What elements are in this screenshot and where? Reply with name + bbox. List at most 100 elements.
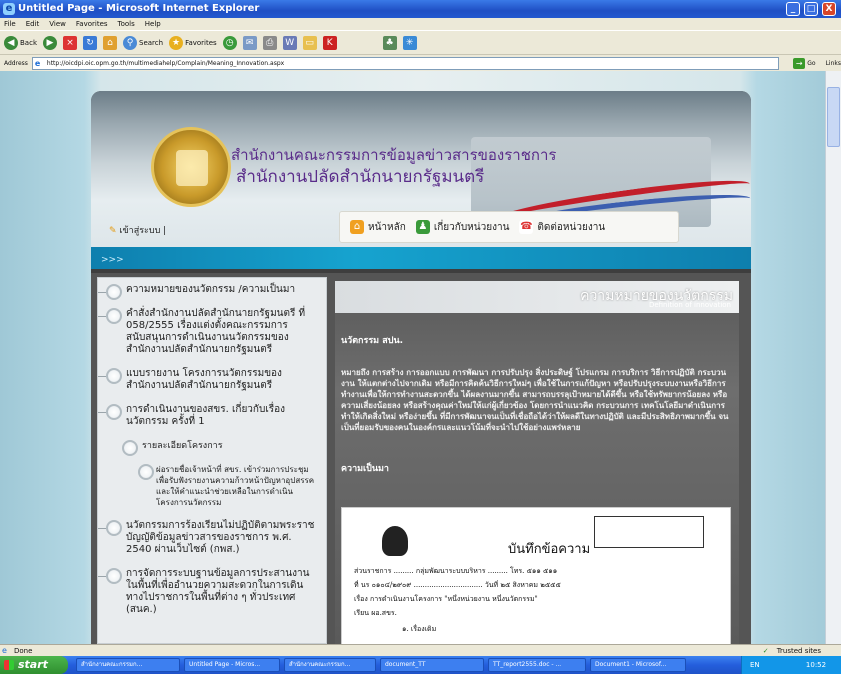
print-icon: ⎙ (262, 35, 277, 50)
taskbar-item[interactable]: สำนักงานคณะกรรมก... (284, 658, 376, 672)
mail-icon: ✉ (242, 35, 257, 50)
org-name-secondary: สำนักงานปลัดสำนักนายกรัฐมนตรี (236, 167, 485, 187)
close-button[interactable]: X (822, 2, 836, 16)
site-header: สำนักงานคณะกรรมการข้อมูลข่าวสารของราชการ… (91, 91, 751, 273)
sidebar-item[interactable]: การจัดการระบบฐานข้อมูลการประสานงานในพื้น… (98, 562, 326, 622)
back-button[interactable]: ◀ Back (4, 35, 37, 50)
messenger-button[interactable]: ♣ (382, 35, 397, 50)
memo-document-image: บันทึกข้อความ ส่วนราชการ ......... กลุ่ม… (341, 507, 731, 644)
links-button[interactable]: Links (826, 60, 841, 67)
sidebar-item-label: การดำเนินงานของสขร. เกี่ยวกับเรื่องนวัตก… (126, 404, 285, 427)
menu-bar: File Edit View Favorites Tools Help (0, 18, 841, 30)
taskbar-item[interactable]: document_TT (380, 658, 484, 672)
clock[interactable]: 10:52 (806, 661, 826, 669)
sidebar-subitem-label: ผ่อรายชื่อเจ้าหน้าที่ สขร. เข้าร่วมการปร… (156, 465, 315, 507)
menu-file[interactable]: File (4, 18, 16, 30)
back-label: Back (20, 38, 37, 47)
nav-about[interactable]: ♟ เกี่ยวกับหน่วยงาน (415, 220, 509, 235)
memo-line: ๑. เรื่องเดิม (402, 625, 437, 633)
address-input[interactable]: http://oicdpi.oic.opm.go.th/multimediahe… (31, 56, 780, 70)
go-arrow-icon: → (793, 57, 806, 69)
connector-line (98, 376, 106, 377)
print-button[interactable]: ⎙ (262, 35, 277, 50)
memo-line: เรียน ผอ.สขร. (354, 609, 397, 617)
research-button[interactable]: ✳ (402, 35, 417, 50)
menu-favorites[interactable]: Favorites (76, 18, 108, 30)
stop-button[interactable]: × (63, 35, 77, 50)
sidebar-item-label: แบบรายงาน โครงการนวัตกรรมของสำนักงานปลัด… (126, 368, 282, 391)
star-icon: ★ (169, 35, 184, 50)
connector-line (98, 576, 106, 577)
main-nav: ⌂ หน้าหลัก ♟ เกี่ยวกับหน่วยงาน ☎ ติดต่อหน่ว… (339, 211, 679, 243)
flag-icon: K (322, 35, 337, 50)
vertical-scrollbar[interactable] (825, 71, 841, 644)
menu-edit[interactable]: Edit (26, 18, 40, 30)
favorites-button[interactable]: ★ Favorites (169, 35, 217, 50)
page-viewport: สำนักงานคณะกรรมการข้อมูลข่าวสารของราชการ… (0, 71, 841, 644)
menu-help[interactable]: Help (145, 18, 161, 30)
forward-arrow-icon: ▶ (43, 35, 57, 50)
refresh-button[interactable]: ↻ (83, 35, 97, 50)
bullet-icon (106, 520, 122, 536)
taskbar-item[interactable]: สำนักงานคณะกรรมก... (76, 658, 180, 672)
edit-button[interactable]: W (282, 35, 297, 50)
language-indicator[interactable]: EN (750, 661, 760, 669)
start-button[interactable]: start (0, 656, 68, 674)
back-arrow-icon: ◀ (4, 35, 18, 50)
header-band: >>> (91, 247, 751, 273)
sidebar-item[interactable]: แบบรายงาน โครงการนวัตกรรมของสำนักงานปลัด… (98, 362, 326, 398)
nav-contact[interactable]: ☎ ติดต่อหน่วยงาน (519, 220, 605, 235)
nav-home-label: หน้าหลัก (368, 221, 406, 233)
flag-button[interactable]: K (322, 35, 337, 50)
sidebar-item[interactable]: ความหมายของนวัตกรรม /ความเป็นมา (98, 278, 326, 302)
connector-line (98, 292, 106, 293)
sidebar-subitem[interactable]: รายละเอียดโครงการ (98, 434, 326, 458)
bullet-icon (138, 464, 154, 480)
menu-view[interactable]: View (49, 18, 66, 30)
scroll-thumb[interactable] (827, 87, 840, 147)
sidebar-subitem[interactable]: ผ่อรายชื่อเจ้าหน้าที่ สขร. เข้าร่วมการปร… (98, 458, 326, 514)
toolbar: ◀ Back ▶ × ↻ ⌂ ⚲ Search ★ Favorites ◷ ✉ ⎙ W… (0, 30, 841, 54)
memo-line: เรื่อง การดำเนินงานโครงการ "หนึ่งหน่วยงา… (354, 595, 538, 603)
mail-button[interactable]: ✉ (242, 35, 257, 50)
go-label: Go (807, 59, 816, 67)
nav-home[interactable]: ⌂ หน้าหลัก (350, 220, 406, 235)
received-stamp (594, 516, 704, 548)
sidebar-item[interactable]: การดำเนินงานของสขร. เกี่ยวกับเรื่องนวัตก… (98, 398, 326, 434)
people-icon: ♟ (415, 220, 430, 234)
bullet-icon (122, 440, 138, 456)
go-button[interactable]: → Go (793, 57, 816, 69)
content-header: ความหมายของนวัตกรรม Definition of innova… (335, 281, 739, 313)
taskbar-item[interactable]: TT_report2555.doc - ... (488, 658, 586, 672)
section-heading-history: ความเป็นมา (341, 464, 389, 474)
folder-icon: ▭ (302, 35, 317, 50)
home-icon: ⌂ (103, 35, 117, 50)
taskbar-item[interactable]: Untitled Page - Micros... (184, 658, 280, 672)
content-subtitle: Definition of innovation (648, 301, 731, 309)
research-icon: ✳ (402, 35, 417, 50)
history-button[interactable]: ◷ (222, 35, 237, 50)
favorites-label: Favorites (185, 38, 217, 47)
refresh-icon: ↻ (83, 35, 97, 50)
taskbar: start สำนักงานคณะกรรมก... Untitled Page … (0, 656, 841, 674)
window-title: Untitled Page - Microsoft Internet Explo… (18, 3, 260, 14)
key-icon: ✎ (109, 226, 117, 236)
forward-button[interactable]: ▶ (43, 35, 57, 50)
taskbar-item[interactable]: Document1 - Microsof... (590, 658, 686, 672)
content-panel: ความหมายของนวัตกรรม Definition of innova… (335, 281, 739, 644)
sidebar-item[interactable]: คำสั่งสำนักงานปลัดสำนักนายกรัฐมนตรี ที่ … (98, 302, 326, 362)
connector-line (98, 412, 106, 413)
folder-button[interactable]: ▭ (302, 35, 317, 50)
sidebar-item[interactable]: นวัตกรรมการร้องเรียนไม่ปฏิบัติตามพระราชบ… (98, 514, 326, 562)
maximize-button[interactable]: □ (804, 2, 818, 16)
garuda-emblem (382, 526, 408, 556)
sidebar-menu: ความหมายของนวัตกรรม /ความเป็นมา คำสั่งสำ… (97, 277, 327, 644)
menu-tools[interactable]: Tools (118, 18, 135, 30)
stop-icon: × (63, 35, 77, 50)
login-link[interactable]: ✎ เข้าสู่ระบบ | (109, 223, 166, 237)
section-heading: นวัตกรรม สปน. (341, 336, 404, 346)
search-button[interactable]: ⚲ Search (123, 35, 163, 50)
minimize-button[interactable]: _ (786, 2, 800, 16)
page-icon: e (2, 646, 7, 655)
home-button[interactable]: ⌂ (103, 35, 117, 50)
